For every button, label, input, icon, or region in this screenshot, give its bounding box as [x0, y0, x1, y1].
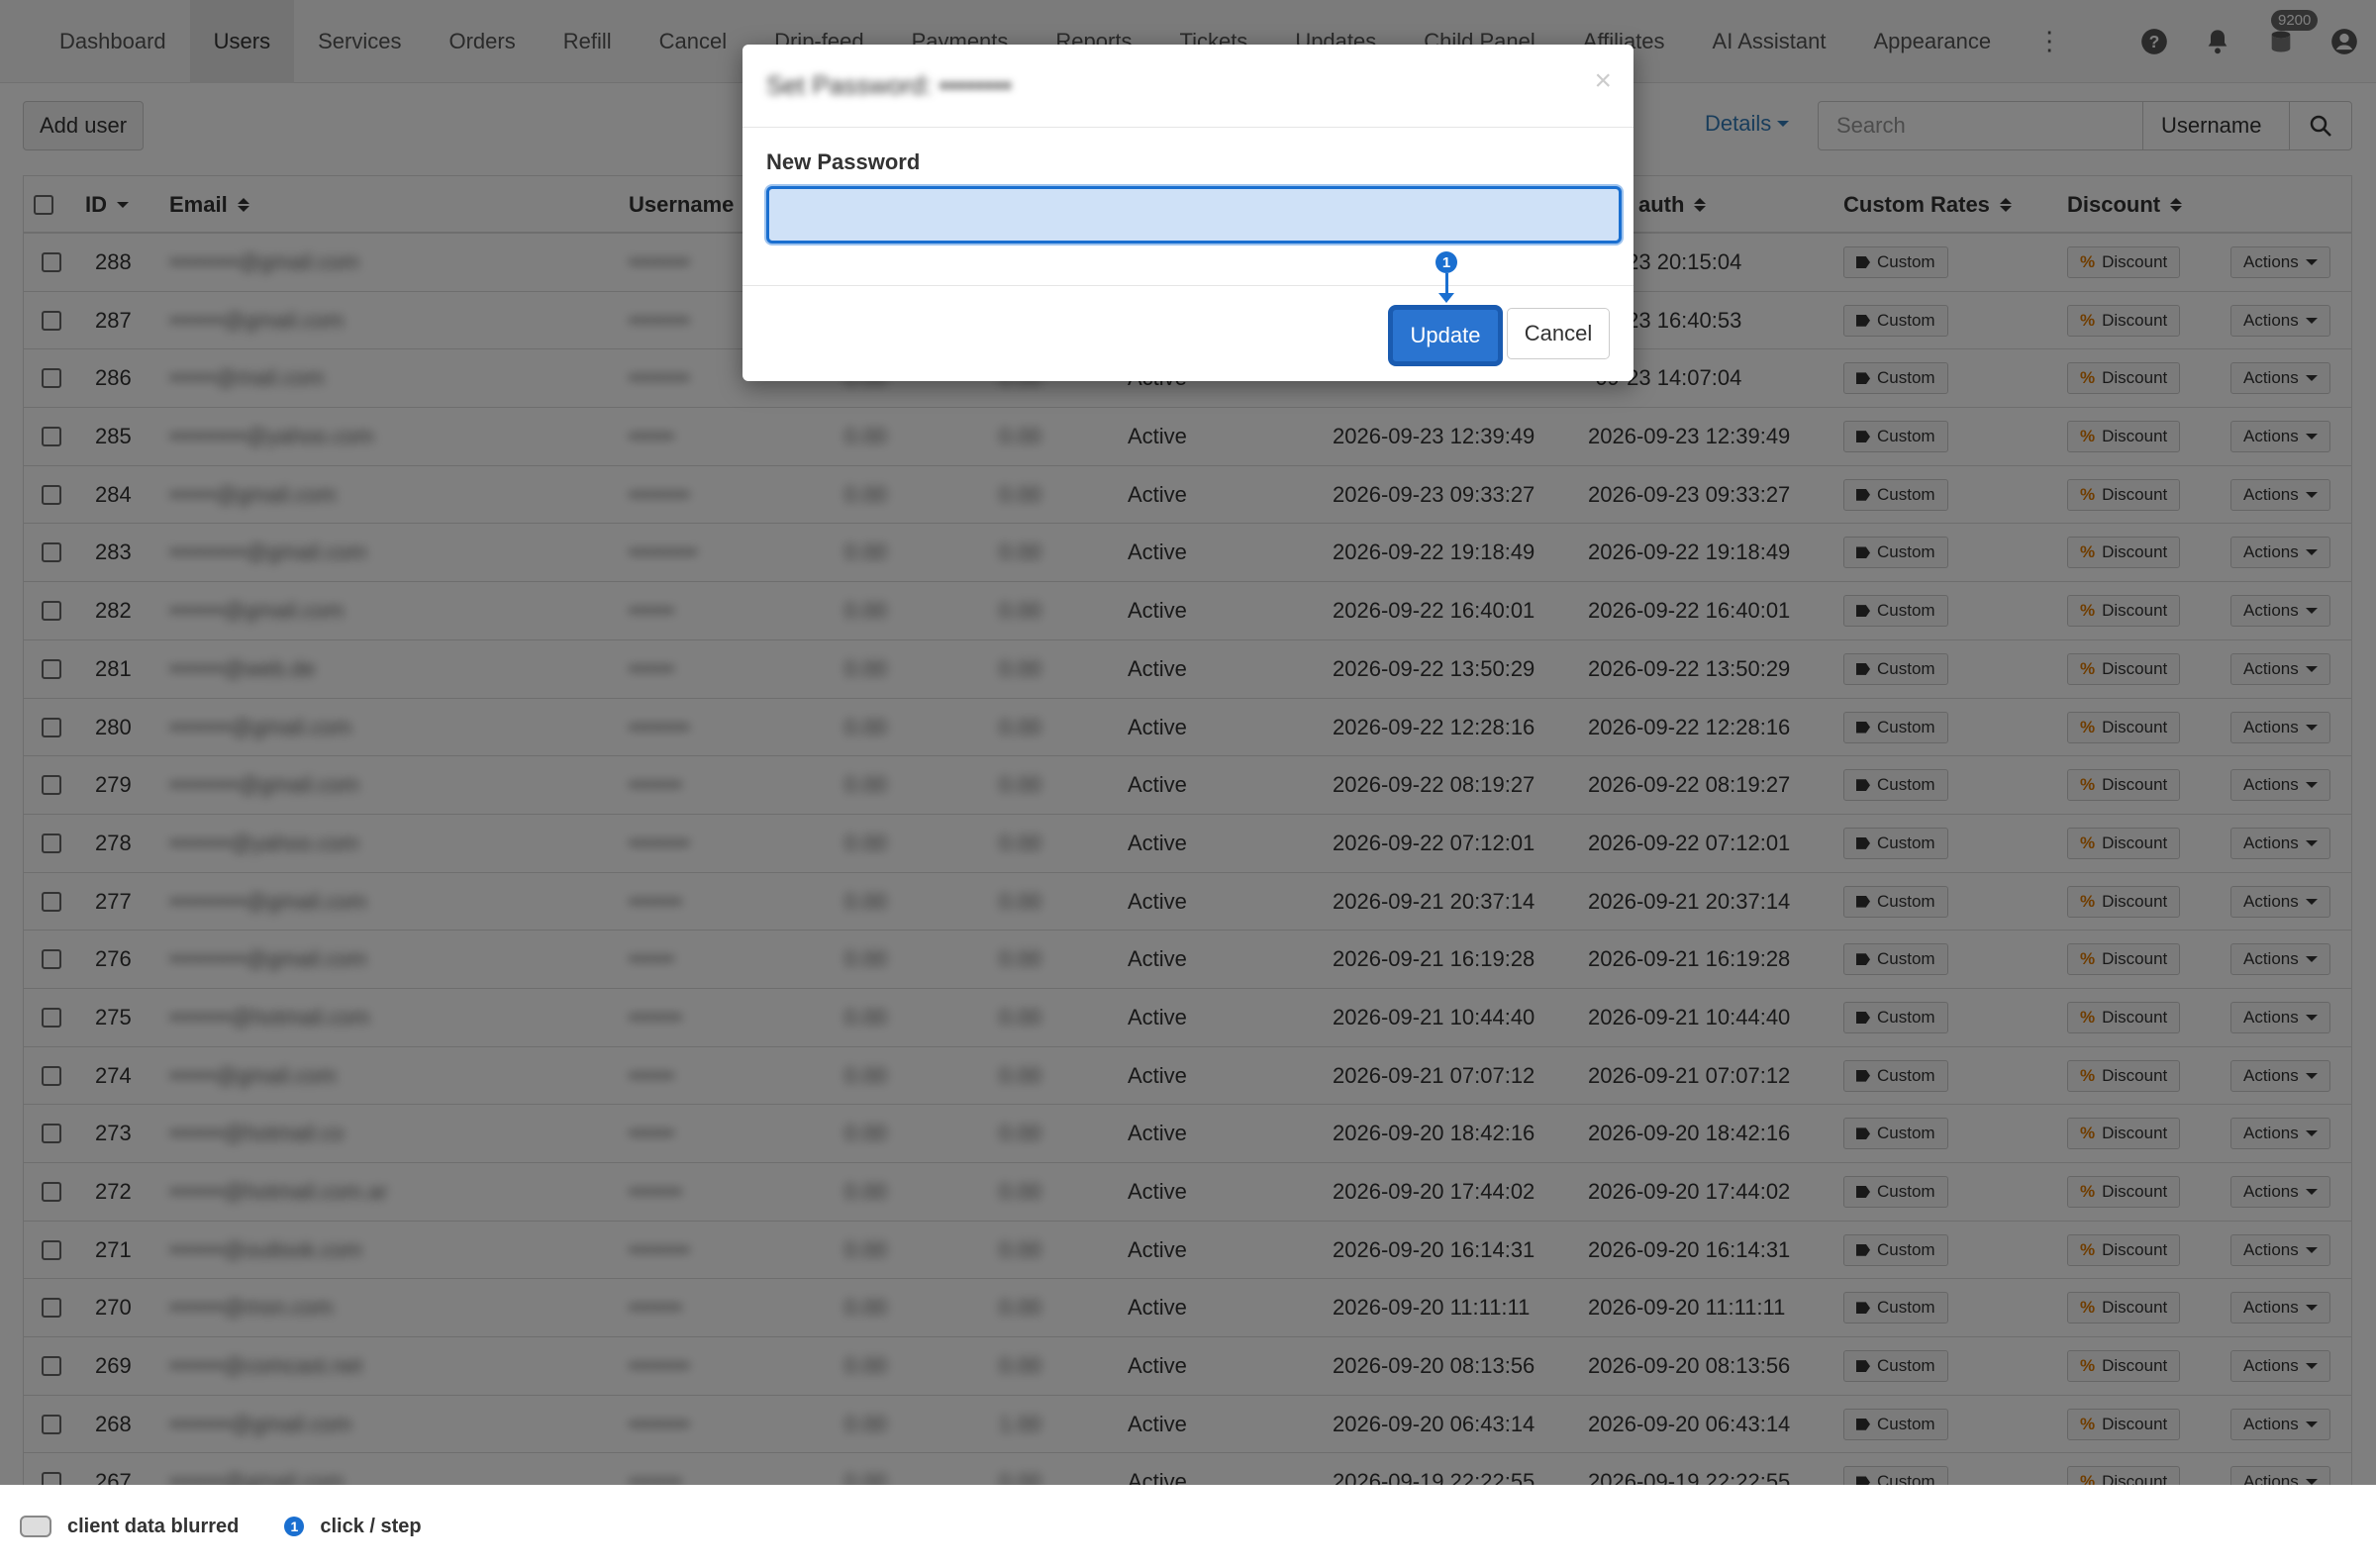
- update-button[interactable]: Update: [1391, 308, 1500, 363]
- modal-footer: Update Cancel: [742, 285, 1634, 381]
- set-password-modal: Set Password: •••••••• × New Password Up…: [742, 45, 1634, 381]
- modal-body: New Password: [742, 128, 1634, 286]
- annotation-legend: client data blurred 1 click / step: [0, 1485, 2376, 1568]
- blurred-swatch-icon: [20, 1516, 51, 1537]
- modal-header: Set Password: •••••••• ×: [742, 45, 1634, 128]
- new-password-label: New Password: [766, 149, 921, 174]
- legend-step-icon: 1: [284, 1517, 305, 1536]
- step-pointer-arrow-icon: [1438, 293, 1454, 303]
- legend-step-label: click / step: [320, 1515, 422, 1537]
- step-marker: 1: [1436, 251, 1457, 273]
- cancel-button[interactable]: Cancel: [1507, 308, 1610, 359]
- legend-blurred-label: client data blurred: [67, 1515, 240, 1537]
- modal-title: Set Password: ••••••••: [766, 70, 1012, 100]
- close-icon[interactable]: ×: [1594, 64, 1612, 98]
- step-pointer-line: [1445, 273, 1448, 295]
- new-password-input[interactable]: [766, 186, 1622, 244]
